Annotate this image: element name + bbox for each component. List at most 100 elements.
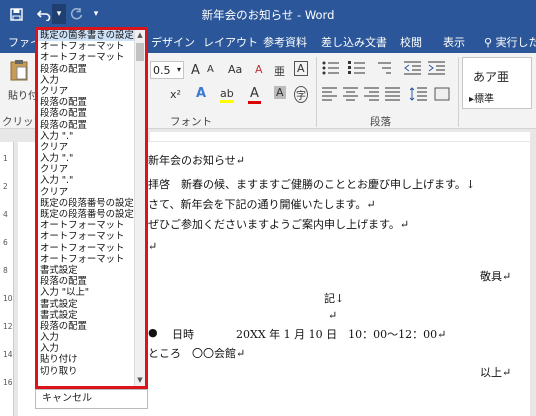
ruler-tick: 14 (3, 350, 13, 359)
scroll-down-icon[interactable]: ▼ (135, 375, 145, 386)
align-center-button[interactable] (343, 87, 359, 104)
align-left-icon (322, 87, 337, 101)
bullets-button[interactable] (322, 61, 340, 78)
decrease-indent-button[interactable] (404, 61, 422, 78)
undo-history-dropdown[interactable]: 既定の箇条書きの設定 オートフォーマット オートフォーマット 段落の配置 入力 クリア 段落… (35, 27, 148, 389)
undo-history-item[interactable]: 入力 "." (38, 175, 134, 186)
title-bar: ▾ ▾ 新年会のお知らせ - Word (0, 0, 536, 29)
align-right-button[interactable] (364, 87, 380, 104)
doc-line: 拝啓 新春の候、ますますご健勝のこととお慶び申し上げます。↓ (148, 178, 476, 191)
enclose-characters-button[interactable]: 字 (294, 86, 308, 103)
character-border-button[interactable]: A (294, 61, 308, 76)
style-preview: あア亜 (473, 70, 510, 84)
tell-me-box[interactable]: ⚲ 実行したい (484, 34, 536, 50)
undo-history-item[interactable]: 書式設定 (38, 299, 134, 310)
shrink-font-button[interactable]: A (207, 64, 214, 75)
clear-formatting-button[interactable]: A (255, 63, 263, 76)
numbering-icon (348, 61, 365, 74)
paste-button[interactable]: 貼り付 (6, 57, 38, 107)
tab-view[interactable]: 表示 (443, 34, 465, 50)
ruler-tick: 12 (3, 322, 13, 331)
align-right-icon (364, 87, 379, 101)
ruler-tick: 2 (3, 182, 8, 191)
font-color-button[interactable]: A (248, 86, 261, 104)
undo-history-item[interactable]: 入力 (38, 332, 134, 343)
bullet-glyph: ● (148, 326, 158, 339)
change-case-button[interactable]: Aa (228, 63, 242, 76)
ruler-tick: 1 (3, 154, 8, 163)
grow-font-button[interactable]: A (191, 63, 200, 78)
phonetic-guide-button[interactable]: 亜 (274, 63, 285, 79)
tab-review[interactable]: 校閲 (400, 34, 422, 50)
undo-history-item[interactable]: クリア (38, 187, 134, 198)
font-size-box[interactable]: 0.5 ▾ (150, 61, 184, 79)
undo-history-item[interactable]: 入力 (38, 343, 134, 354)
undo-history-item[interactable]: 既定の段落番号の設定 (38, 198, 134, 209)
line-spacing-button[interactable] (409, 87, 428, 104)
tab-layout[interactable]: レイアウト (203, 34, 258, 50)
undo-history-item[interactable]: オートフォーマット (38, 231, 134, 242)
undo-history-item[interactable]: 入力 "." (38, 153, 134, 164)
undo-history-item[interactable]: 段落の配置 (38, 64, 134, 75)
undo-history-item[interactable]: オートフォーマット (38, 52, 134, 63)
tell-me-label: 実行したい (495, 36, 536, 49)
justify-icon (385, 87, 400, 101)
undo-history-item[interactable]: 入力 "以上" (38, 287, 134, 298)
vertical-ruler[interactable]: 1 2 4 6 8 10 12 14 16 (0, 142, 14, 416)
tab-design[interactable]: デザイン (151, 34, 195, 50)
superscript-button[interactable]: x² (170, 88, 181, 101)
align-left-button[interactable] (322, 87, 338, 104)
doc-line: さて、新年会を下記の通り開催いたします。↵ (148, 198, 376, 211)
undo-history-item[interactable]: 切り取り (38, 366, 134, 377)
justify-button[interactable] (385, 87, 401, 104)
character-shading-button[interactable]: A (274, 86, 286, 99)
undo-history-item[interactable]: 段落の配置 (38, 276, 134, 287)
closing-ijou: 以上↵ (480, 366, 512, 379)
undo-history-item[interactable]: 入力 (38, 75, 134, 86)
doc-line: ぜひご参加くださいますようご案内申し上げます。↵ (148, 218, 410, 231)
undo-history-item[interactable]: クリア (38, 86, 134, 97)
undo-history-item[interactable]: オートフォーマット (38, 220, 134, 231)
numbering-button[interactable] (348, 61, 366, 78)
shading-button[interactable] (434, 87, 450, 104)
undo-cancel-button[interactable]: キャンセル (35, 389, 148, 409)
font-group-label: フォント (170, 116, 212, 128)
ribbon-separator (316, 57, 317, 127)
undo-history-item[interactable]: オートフォーマット (38, 243, 134, 254)
undo-history-item[interactable]: 段落の配置 (38, 321, 134, 332)
tab-mailings[interactable]: 差し込み文書 (321, 34, 387, 50)
increase-indent-button[interactable] (428, 61, 446, 78)
tab-references[interactable]: 参考資料 (263, 34, 307, 50)
ribbon-separator (458, 57, 459, 127)
date-label: 日時 (172, 328, 194, 341)
text-effects-button[interactable]: A (196, 86, 206, 101)
undo-history-item[interactable]: 既定の箇条書きの設定 (38, 30, 134, 42)
undo-history-item[interactable]: オートフォーマット (38, 41, 134, 52)
increase-indent-icon (428, 61, 445, 75)
undo-history-item[interactable]: オートフォーマット (38, 254, 134, 265)
scroll-thumb[interactable] (136, 43, 144, 61)
multilevel-list-button[interactable] (374, 61, 392, 78)
paste-label: 貼り付 (8, 91, 38, 102)
undo-history-item[interactable]: 段落の配置 (38, 120, 134, 131)
font-size-value: 0.5 (153, 64, 171, 77)
undo-history-item[interactable]: 段落の配置 (38, 108, 134, 119)
undo-history-list: 既定の箇条書きの設定 オートフォーマット オートフォーマット 段落の配置 入力 クリア 段落… (38, 30, 134, 386)
style-gallery[interactable]: あア亜 ▸標準 (462, 57, 532, 109)
scroll-up-icon[interactable]: ▲ (135, 30, 145, 41)
undo-history-item[interactable]: 既定の段落番号の設定 (38, 209, 134, 220)
undo-history-item[interactable]: 書式設定 (38, 265, 134, 276)
bullets-icon (322, 61, 339, 75)
ruler-tick: 16 (3, 378, 13, 387)
undo-history-item[interactable]: 段落の配置 (38, 97, 134, 108)
undo-history-item[interactable]: 貼り付け (38, 354, 134, 365)
chevron-down-icon: ▾ (176, 65, 181, 74)
undo-history-item[interactable]: 書式設定 (38, 310, 134, 321)
undo-history-item[interactable]: クリア (38, 164, 134, 175)
highlight-button[interactable]: ab (220, 87, 234, 103)
style-name: ▸標準 (469, 94, 495, 105)
place-line: ところ 〇〇会館↵ (148, 347, 246, 360)
undo-history-item[interactable]: クリア (38, 142, 134, 153)
undo-scrollbar[interactable]: ▲ ▼ (134, 30, 145, 386)
undo-history-item[interactable]: 入力 "." (38, 131, 134, 142)
